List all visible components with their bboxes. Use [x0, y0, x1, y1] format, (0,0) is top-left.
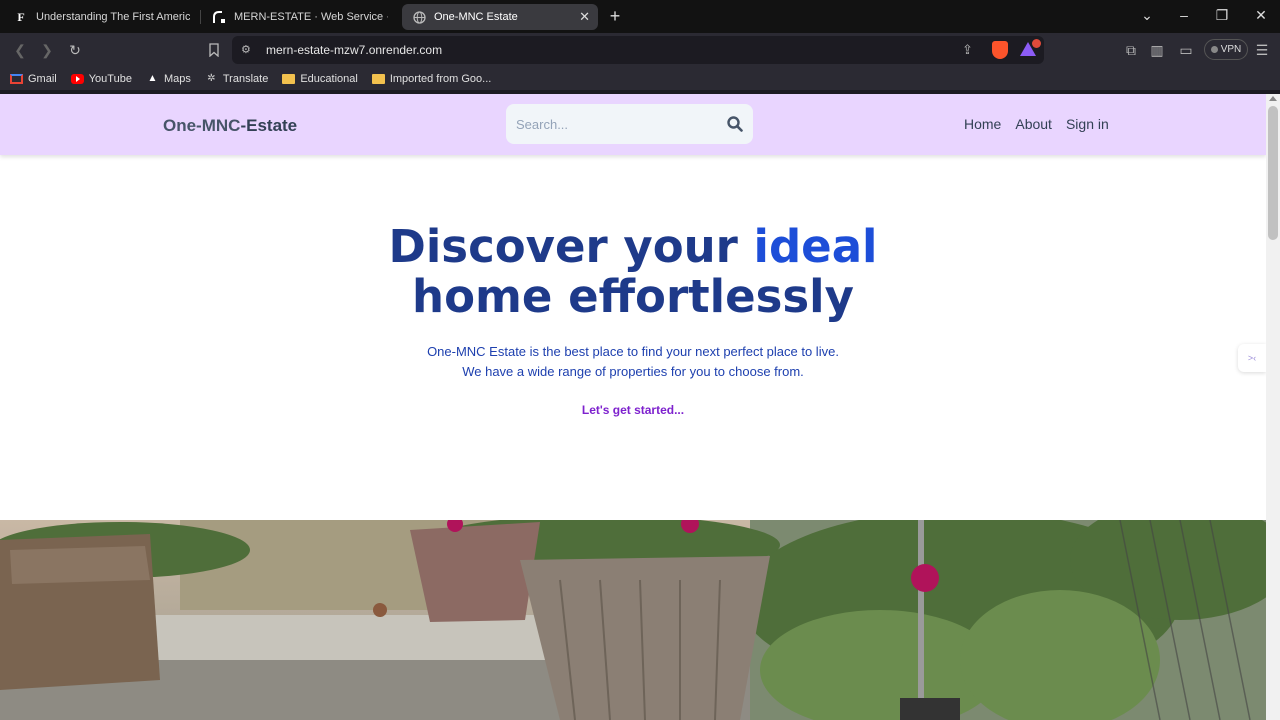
site-logo[interactable]: One-MNC-Estate — [163, 116, 297, 136]
hero-title-part-two: home effortlessly — [412, 270, 854, 323]
scroll-up-icon[interactable] — [1269, 96, 1277, 101]
tab-title: MERN-ESTATE · Web Service · Rend — [234, 11, 388, 23]
folder-icon — [371, 73, 385, 85]
floating-widget-icon[interactable]: >‹ — [1238, 344, 1266, 372]
main-nav: Home About Sign in — [964, 116, 1109, 132]
page-viewport: One-MNC-Estate Home About Sign in Discov… — [0, 94, 1266, 720]
tab-mern-estate-render[interactable]: MERN-ESTATE · Web Service · Rend — [202, 4, 398, 30]
hero-title-accent: ideal — [753, 220, 878, 273]
bookmark-folder-educational[interactable]: Educational — [282, 73, 358, 85]
bookmark-gmail[interactable]: Gmail — [10, 73, 57, 85]
bookmark-translate[interactable]: ✲ Translate — [205, 73, 268, 85]
wallet-icon[interactable]: ▭ — [1176, 40, 1196, 60]
hero-title-part-one: Discover your — [388, 220, 754, 273]
tab-title: One-MNC Estate — [434, 11, 518, 23]
hero-subtitle-line: One-MNC Estate is the best place to find… — [427, 344, 839, 359]
tab-strip: F Understanding The First American Fi ME… — [0, 0, 1280, 33]
hero-subtitle: One-MNC Estate is the best place to find… — [0, 342, 1266, 382]
logo-part-two: -Estate — [240, 116, 298, 135]
maps-icon: ▲ — [147, 73, 158, 84]
new-tab-icon[interactable]: + — [606, 6, 624, 26]
bookmark-label: Gmail — [28, 72, 57, 85]
bookmark-label: Educational — [300, 72, 358, 85]
folder-icon — [282, 73, 296, 85]
close-window-icon[interactable]: ✕ — [1251, 7, 1271, 24]
f-favicon-icon: F — [17, 9, 25, 24]
nav-about-link[interactable]: About — [1015, 116, 1052, 132]
tab-first-american[interactable]: F Understanding The First American Fi — [4, 4, 200, 30]
nav-home-link[interactable]: Home — [964, 116, 1001, 132]
share-icon[interactable]: ⇪ — [962, 42, 973, 58]
bookmark-label: Maps — [163, 72, 191, 85]
browser-window: F Understanding The First American Fi ME… — [0, 0, 1280, 720]
vpn-status-icon — [1210, 46, 1218, 53]
bookmark-icon[interactable] — [204, 40, 224, 60]
minimize-icon[interactable]: – — [1174, 7, 1194, 23]
search-icon[interactable] — [726, 115, 744, 133]
tab-separator — [200, 10, 201, 24]
hero-subtitle-line: We have a wide range of properties for y… — [462, 364, 804, 379]
search-form — [506, 104, 753, 144]
render-icon — [212, 10, 226, 24]
tab-one-mnc-estate[interactable]: One-MNC Estate ✕ — [402, 4, 598, 30]
reload-icon[interactable]: ↻ — [65, 40, 85, 60]
site-header: One-MNC-Estate Home About Sign in — [0, 94, 1266, 155]
bookmark-folder-imported[interactable]: Imported from Goo... — [371, 72, 492, 85]
brave-shields-icon[interactable] — [992, 41, 1008, 59]
gmail-icon — [10, 73, 23, 85]
site-settings-icon[interactable]: ⚙ — [241, 43, 251, 56]
get-started-link[interactable]: Let's get started... — [0, 403, 1266, 417]
scrollbar-thumb[interactable] — [1268, 106, 1278, 240]
sidebar-icon[interactable]: ▥ — [1147, 40, 1167, 60]
globe-icon — [412, 10, 426, 24]
browser-toolbar: ❮ ❯ ↻ ⚙ mern-estate-mzw7.onrender.com ⇪ … — [0, 33, 1280, 67]
hero-title: Discover your ideal home effortlessly — [0, 222, 1266, 322]
tab-list-chevron-icon[interactable]: ⌄ — [1137, 7, 1157, 24]
vpn-label: VPN — [1220, 44, 1242, 55]
url-text: mern-estate-mzw7.onrender.com — [266, 43, 443, 57]
tab-title: Understanding The First American Fi — [36, 11, 190, 23]
bookmark-label: YouTube — [88, 72, 132, 85]
vpn-button[interactable]: VPN — [1204, 39, 1248, 60]
translate-icon: ✲ — [207, 73, 216, 84]
rewards-badge — [1032, 39, 1041, 48]
bookmarks-bar: Gmail YouTube ▲ Maps ✲ Translate Educati… — [0, 67, 1280, 90]
youtube-icon — [70, 73, 84, 85]
bookmark-label: Translate — [222, 72, 269, 85]
listing-banner-image — [0, 520, 1266, 720]
bookmark-label: Imported from Goo... — [389, 72, 492, 85]
search-input[interactable] — [516, 114, 716, 134]
menu-icon[interactable]: ☰ — [1252, 40, 1272, 60]
page-scrollbar[interactable] — [1266, 94, 1280, 720]
back-icon[interactable]: ❮ — [10, 40, 30, 60]
extensions-icon[interactable]: ⧉ — [1121, 40, 1141, 60]
address-bar[interactable]: ⚙ mern-estate-mzw7.onrender.com ⇪ — [232, 36, 1044, 64]
balcony-plants-photo — [0, 520, 1266, 720]
bookmark-maps[interactable]: ▲ Maps — [146, 73, 191, 85]
close-tab-icon[interactable]: ✕ — [579, 9, 590, 25]
nav-sign-in-link[interactable]: Sign in — [1066, 116, 1109, 132]
bookmark-youtube[interactable]: YouTube — [70, 72, 132, 85]
restore-icon[interactable]: ❐ — [1212, 7, 1232, 24]
forward-icon[interactable]: ❯ — [37, 40, 57, 60]
logo-part-one: One-MNC — [163, 116, 241, 135]
